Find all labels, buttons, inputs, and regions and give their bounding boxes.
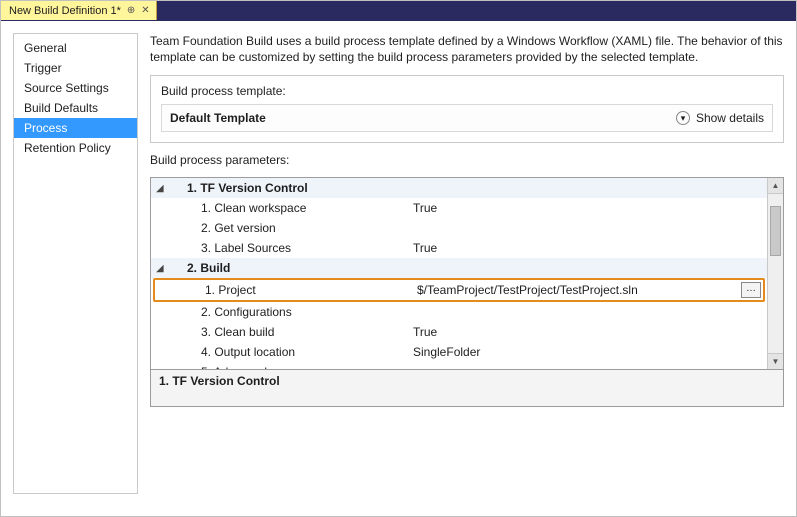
intro-text: Team Foundation Build uses a build proce…: [150, 33, 784, 65]
property-row[interactable]: 3. Clean buildTrue…: [151, 322, 767, 342]
property-value[interactable]: True: [413, 325, 739, 339]
browse-button[interactable]: …: [741, 282, 761, 298]
property-row[interactable]: 4. Output locationSingleFolder…: [151, 342, 767, 362]
property-value[interactable]: $/TeamProject/TestProject/TestProject.sl…: [417, 283, 735, 297]
property-row[interactable]: ▷5. Advanced…: [151, 362, 767, 369]
tab-title: New Build Definition 1*: [9, 5, 121, 17]
template-name: Default Template: [170, 111, 266, 125]
scroll-up-icon[interactable]: ▲: [768, 178, 783, 194]
category-sidebar: General Trigger Source Settings Build De…: [13, 33, 138, 494]
scroll-down-icon[interactable]: ▼: [768, 353, 783, 369]
sidebar-item-process[interactable]: Process: [14, 118, 137, 138]
property-name: 1. Clean workspace: [183, 201, 413, 215]
pin-icon[interactable]: ⊕: [127, 5, 135, 16]
sidebar-item-source-settings[interactable]: Source Settings: [14, 78, 137, 98]
property-group[interactable]: ◢1. TF Version Control…: [151, 178, 767, 198]
sidebar-item-trigger[interactable]: Trigger: [14, 58, 137, 78]
property-grid: ◢ 1. TF Version Control … 1. Clean workspac…: [150, 177, 784, 407]
expander-spacer[interactable]: ◢: [151, 183, 169, 194]
property-value[interactable]: SingleFolder: [413, 345, 739, 359]
property-name: 3. Clean build: [183, 325, 413, 339]
document-tab-bar: New Build Definition 1* ⊕ ✕: [1, 1, 796, 21]
property-name: 2. Get version: [183, 221, 413, 235]
chevron-down-icon: ▾: [676, 111, 690, 125]
close-icon[interactable]: ✕: [141, 5, 149, 16]
property-row[interactable]: 2. Configurations…: [151, 302, 767, 322]
property-grid-help: 1. TF Version Control: [151, 369, 783, 406]
property-value[interactable]: True: [413, 241, 739, 255]
property-group[interactable]: ◢2. Build…: [151, 258, 767, 278]
document-tab[interactable]: New Build Definition 1* ⊕ ✕: [1, 1, 157, 20]
property-name: 4. Output location: [183, 345, 413, 359]
property-name: 3. Label Sources: [183, 241, 413, 255]
show-details-label: Show details: [696, 111, 764, 125]
sidebar-item-build-defaults[interactable]: Build Defaults: [14, 98, 137, 118]
tab-well: [157, 1, 796, 20]
property-row[interactable]: 1. Clean workspaceTrue…: [151, 198, 767, 218]
property-value[interactable]: True: [413, 201, 739, 215]
params-section-label: Build process parameters:: [150, 153, 784, 167]
property-row[interactable]: 3. Label SourcesTrue…: [151, 238, 767, 258]
property-name: 2. Configurations: [183, 305, 413, 319]
scrollbar-thumb[interactable]: [770, 206, 781, 256]
expander-spacer[interactable]: ◢: [151, 263, 169, 274]
property-name: 2. Build: [183, 261, 413, 275]
sidebar-item-general[interactable]: General: [14, 38, 137, 58]
property-row[interactable]: 2. Get version…: [151, 218, 767, 238]
template-panel: Build process template: Default Template…: [150, 75, 784, 143]
property-name: 1. Project: [187, 283, 417, 297]
selected-property-name: 1. TF Version Control: [159, 374, 280, 388]
template-section-label: Build process template:: [161, 84, 773, 98]
vertical-scrollbar[interactable]: ▲ ▼: [767, 178, 783, 369]
property-row[interactable]: 1. Project$/TeamProject/TestProject/Test…: [155, 280, 763, 300]
property-name: 1. TF Version Control: [183, 181, 413, 195]
show-details-button[interactable]: ▾ Show details: [676, 111, 764, 125]
sidebar-item-retention-policy[interactable]: Retention Policy: [14, 138, 137, 158]
